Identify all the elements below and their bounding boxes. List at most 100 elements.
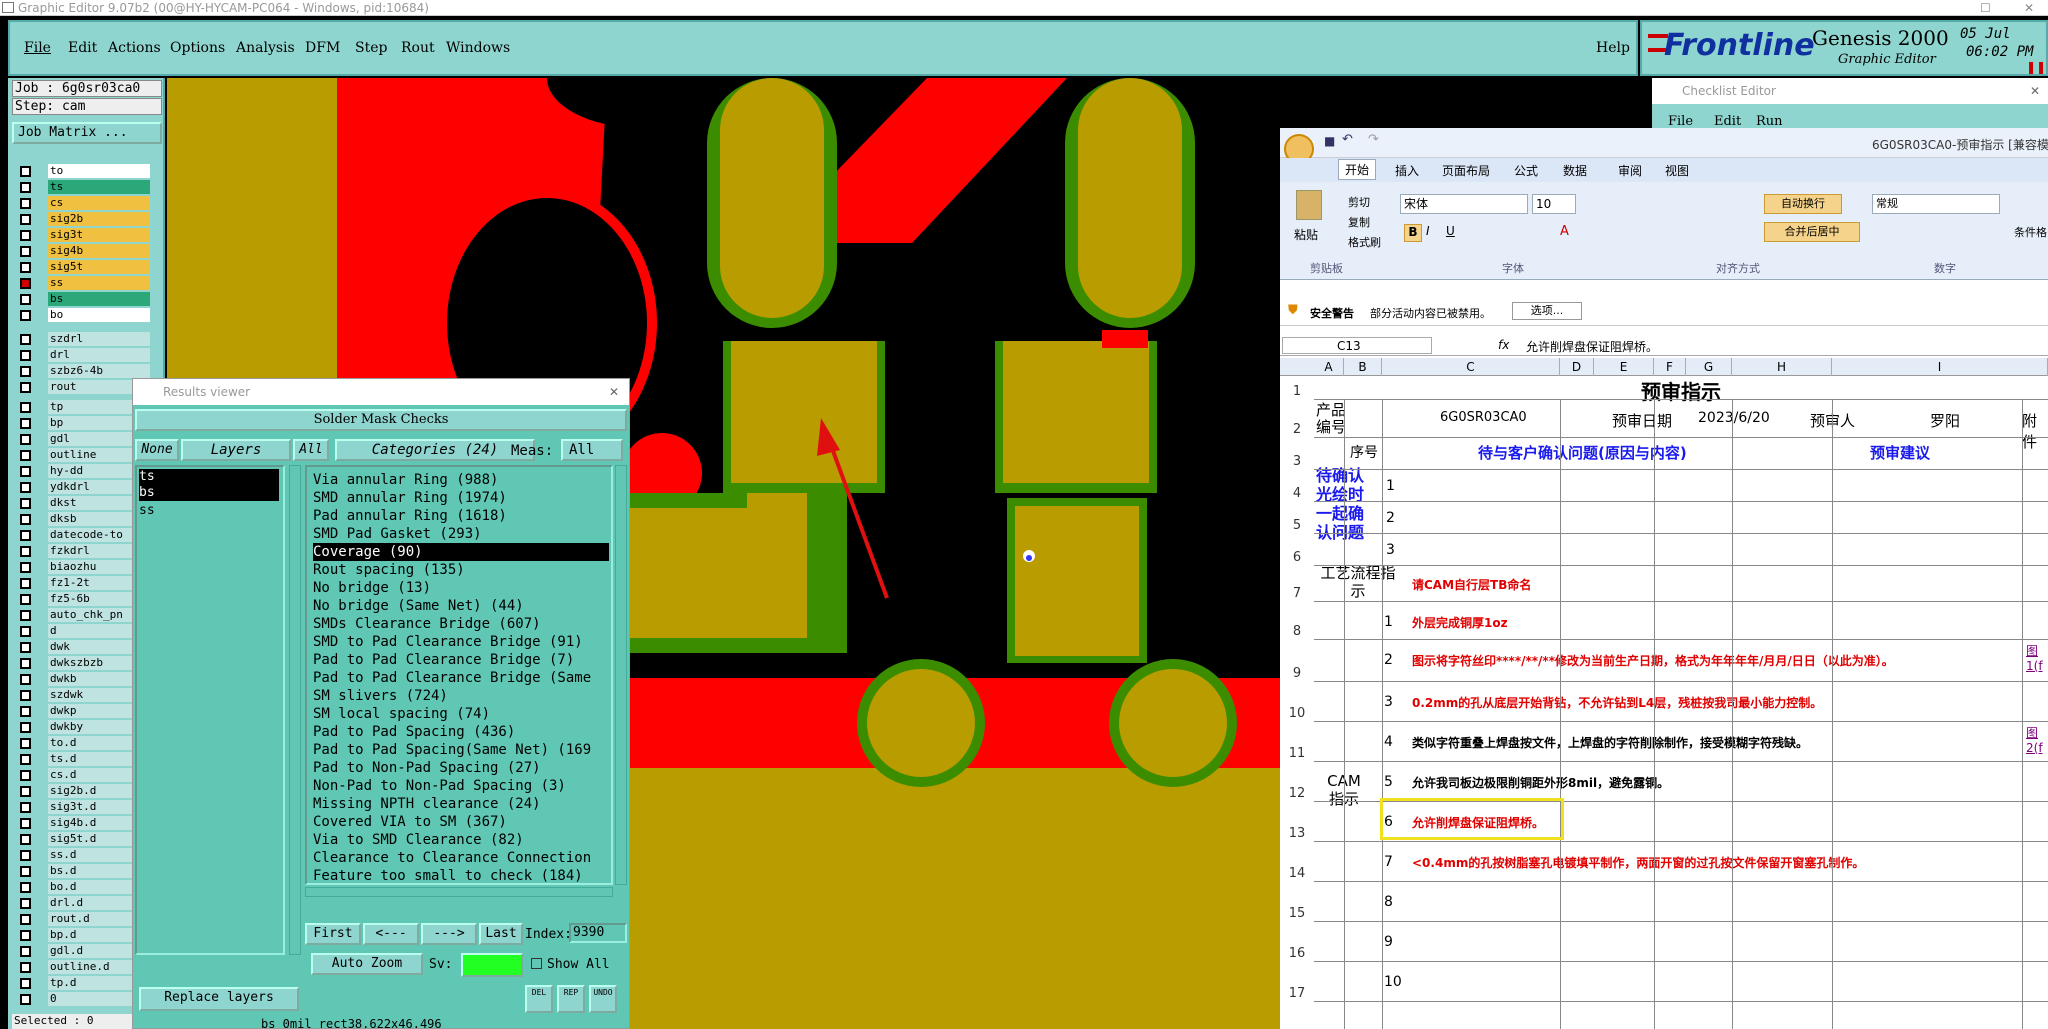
layer-checkbox[interactable] <box>20 434 31 445</box>
font-name-select[interactable]: 宋体 <box>1400 194 1528 214</box>
show-all-checkbox[interactable] <box>531 958 542 969</box>
row-header[interactable]: 2 <box>1280 422 1314 437</box>
ribbon-tab[interactable]: 数据 <box>1563 162 1587 179</box>
layer-checkbox[interactable] <box>20 994 31 1005</box>
layer-name[interactable]: sig4b <box>48 244 150 258</box>
layer-name[interactable]: sig2b <box>48 212 150 226</box>
category-item[interactable]: Covered VIA to SM (367) <box>313 813 507 831</box>
category-item[interactable]: No bridge (Same Net) (44) <box>313 597 524 615</box>
ribbon-tab[interactable]: 页面布局 <box>1442 162 1490 179</box>
column-header[interactable]: I <box>1832 358 2048 376</box>
layer-row-dksb[interactable]: dksb <box>20 512 150 526</box>
layer-row-ts-d[interactable]: ts.d <box>20 752 150 766</box>
cut-button[interactable]: 剪切 <box>1348 194 1370 210</box>
layer-checkbox[interactable] <box>20 802 31 813</box>
layer-row-bp-d[interactable]: bp.d <box>20 928 150 942</box>
paste-icon[interactable] <box>1296 190 1322 220</box>
category-item[interactable]: Non-Pad to Non-Pad Spacing (3) <box>313 777 566 795</box>
cam-row-text[interactable]: 图示将字符丝印****/**/**修改为当前生产日期，格式为年年年年/月月/日日… <box>1412 652 1894 669</box>
layer-row-fz1-2t[interactable]: fz1-2t <box>20 576 150 590</box>
layer-checkbox[interactable] <box>20 738 31 749</box>
layer-checkbox[interactable] <box>20 786 31 797</box>
layer-row-drl[interactable]: drl <box>20 348 150 362</box>
layer-name[interactable]: szbz6-4b <box>48 364 150 378</box>
layer-name[interactable]: drl <box>48 348 150 362</box>
category-item[interactable]: Feature too small to check (184) <box>313 867 583 883</box>
categories-button[interactable]: Categories (24) <box>335 439 535 461</box>
layer-checkbox[interactable] <box>20 690 31 701</box>
layer-row-szbz6-4b[interactable]: szbz6-4b <box>20 364 150 378</box>
layer-checkbox[interactable] <box>20 930 31 941</box>
layer-row-ydkdrl[interactable]: ydkdrl <box>20 480 150 494</box>
number-format-select[interactable]: 常规 <box>1872 194 2000 214</box>
layer-checkbox[interactable] <box>20 482 31 493</box>
menu-file[interactable]: File <box>24 40 51 56</box>
layer-row-rout-d[interactable]: rout.d <box>20 912 150 926</box>
layer-row-bo-d[interactable]: bo.d <box>20 880 150 894</box>
menu-rout[interactable]: Rout <box>401 40 435 56</box>
layer-checkbox[interactable] <box>20 834 31 845</box>
layer-checkbox[interactable] <box>20 642 31 653</box>
menu-edit[interactable]: Edit <box>68 40 97 56</box>
layer-name[interactable]: szdrl <box>48 332 150 346</box>
layer-checkbox[interactable] <box>20 466 31 477</box>
row-header[interactable]: 17 <box>1280 986 1314 1001</box>
category-item[interactable]: Clearance to Clearance Connection <box>313 849 591 867</box>
category-item[interactable]: SM slivers (724) <box>313 687 448 705</box>
layer-checkbox[interactable] <box>20 882 31 893</box>
none-button[interactable]: None <box>135 439 179 461</box>
row-header[interactable]: 13 <box>1280 826 1314 841</box>
layer-checkbox[interactable] <box>20 350 31 361</box>
cam-row-text[interactable]: 0.2mm的孔从底层开始背钻，不允许钻到L4层，残桩按我司最小能力控制。 <box>1412 694 1822 711</box>
layer-name[interactable]: ts <box>48 180 150 194</box>
menu-step[interactable]: Step <box>355 40 387 56</box>
row-header[interactable]: 1 <box>1280 384 1314 399</box>
maximize-icon[interactable]: ☐ <box>1980 0 1991 16</box>
conditional-format-button[interactable]: 条件格 <box>2014 224 2047 240</box>
layer-checkbox[interactable] <box>20 278 31 289</box>
category-item[interactable]: Pad annular Ring (1618) <box>313 507 507 525</box>
layer-row-d[interactable]: d <box>20 624 150 638</box>
undo-quick-icon[interactable]: ↶ <box>1342 132 1353 147</box>
layer-checkbox[interactable] <box>20 334 31 345</box>
menu-help[interactable]: Help <box>1596 40 1630 56</box>
layer-checkbox[interactable] <box>20 978 31 989</box>
font-size-select[interactable]: 10 <box>1532 194 1576 214</box>
sv-color-dropdown[interactable] <box>461 953 523 977</box>
category-item[interactable]: Coverage (90) <box>313 543 609 561</box>
redo-quick-icon[interactable]: ↷ <box>1368 132 1379 147</box>
replace-layers-button[interactable]: Replace layers <box>139 987 299 1011</box>
checklist-menu-run[interactable]: Run <box>1756 114 1783 129</box>
underline-button[interactable]: U <box>1446 224 1455 238</box>
layer-checkbox[interactable] <box>20 818 31 829</box>
layer-name[interactable]: sig5t <box>48 260 150 274</box>
category-item[interactable]: SMD to Pad Clearance Bridge (91) <box>313 633 583 651</box>
bold-button[interactable]: B <box>1404 224 1422 242</box>
layer-row-gdl[interactable]: gdl <box>20 432 150 446</box>
results-close-icon[interactable]: ✕ <box>609 379 619 405</box>
layer-row-outline[interactable]: outline <box>20 448 150 462</box>
layer-row-tp-d[interactable]: tp.d <box>20 976 150 990</box>
layer-checkbox[interactable] <box>20 418 31 429</box>
italic-button[interactable]: I <box>1426 224 1430 238</box>
layer-checkbox[interactable] <box>20 310 31 321</box>
layer-checkbox[interactable] <box>20 946 31 957</box>
format-painter-button[interactable]: 格式刷 <box>1348 234 1381 250</box>
layer-checkbox[interactable] <box>20 262 31 273</box>
layer-checkbox[interactable] <box>20 914 31 925</box>
layer-row-rout[interactable]: rout <box>20 380 150 394</box>
replace-icon[interactable]: REP <box>557 985 585 1013</box>
layer-checkbox[interactable] <box>20 866 31 877</box>
layer-checkbox[interactable] <box>20 754 31 765</box>
category-item[interactable]: Via annular Ring (988) <box>313 471 498 489</box>
row-header[interactable]: 11 <box>1280 746 1314 761</box>
result-layer-ss[interactable]: ss <box>139 503 279 519</box>
cam-row-text[interactable]: 类似字符重叠上焊盘按文件，上焊盘的字符削除制作，接受模糊字符残缺。 <box>1412 734 1808 751</box>
cam-row-text[interactable]: <0.4mm的孔按树脂塞孔电镀填平制作，两面开窗的过孔按文件保留开窗塞孔制作。 <box>1412 854 1864 871</box>
layer-checkbox[interactable] <box>20 722 31 733</box>
menu-analysis[interactable]: Analysis <box>236 40 295 56</box>
layer-name[interactable]: bs <box>48 292 150 306</box>
layer-checkbox[interactable] <box>20 962 31 973</box>
layer-checkbox[interactable] <box>20 366 31 377</box>
layer-row-bs-d[interactable]: bs.d <box>20 864 150 878</box>
